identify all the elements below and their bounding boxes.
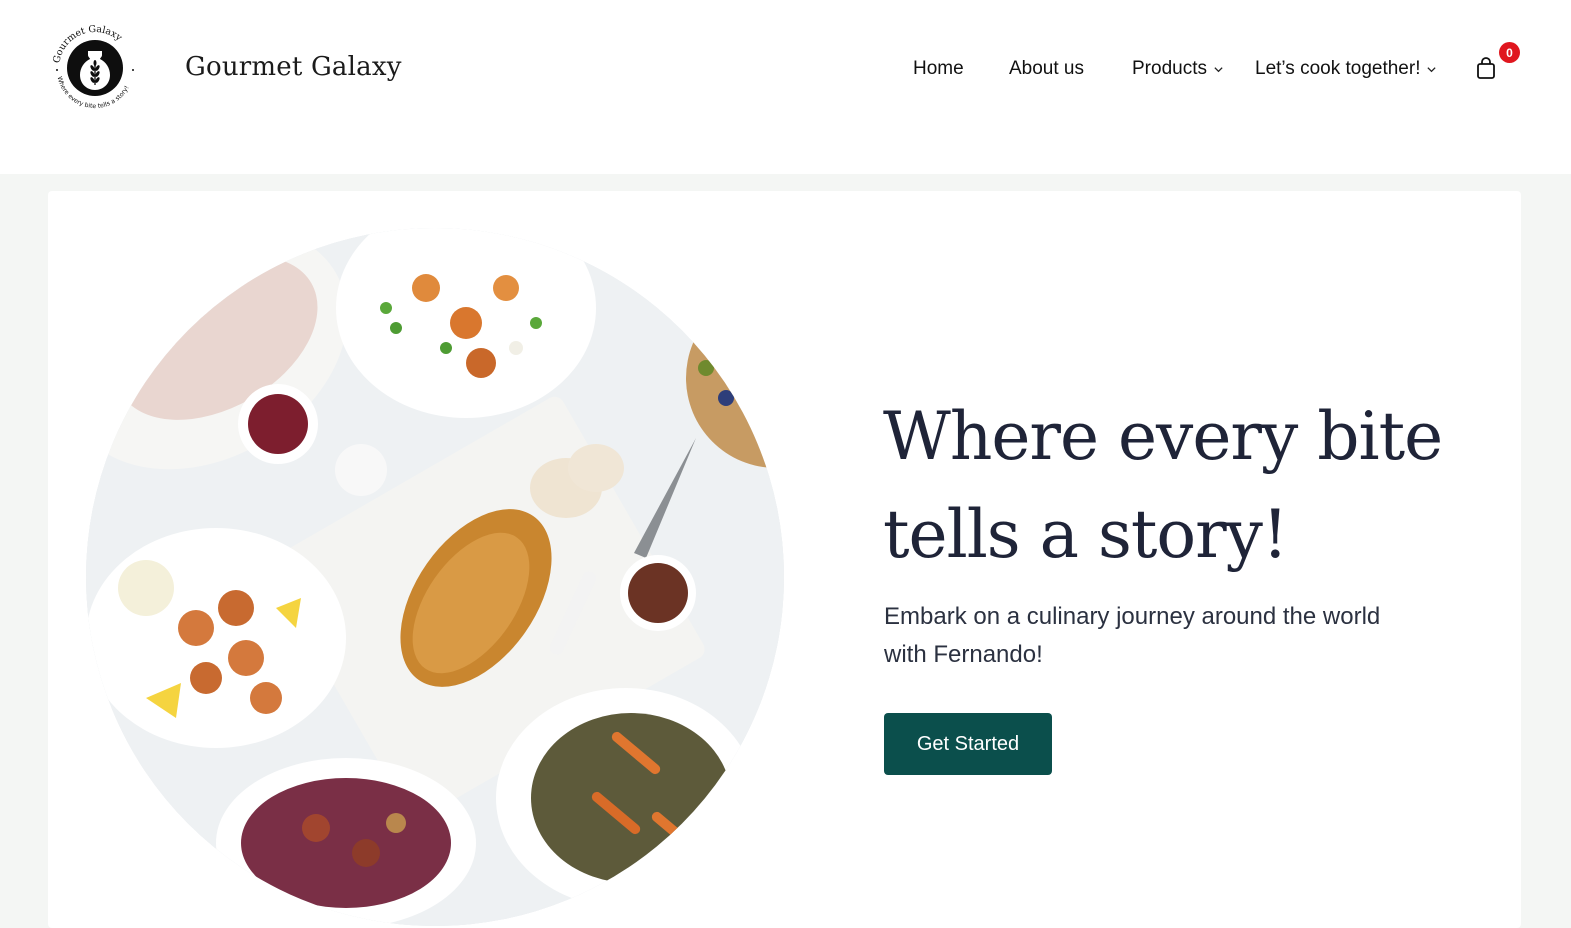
nav-products[interactable]: Products bbox=[1132, 58, 1224, 80]
nav-home-label: Home bbox=[913, 58, 964, 79]
nav-about[interactable]: About us bbox=[1009, 58, 1084, 80]
hero-food-image bbox=[86, 228, 784, 926]
hero-subtitle: Embark on a culinary journey around the … bbox=[884, 603, 1381, 668]
hero-title-line-2: tells a story! bbox=[883, 496, 1288, 573]
brand-name[interactable]: Gourmet Galaxy bbox=[185, 52, 402, 82]
shopping-bag-icon bbox=[1477, 57, 1495, 79]
brand-logo[interactable]: Gourmet Galaxy Where every bite tells a … bbox=[45, 18, 145, 118]
nav-about-label: About us bbox=[1009, 58, 1084, 79]
vase-wheat-icon: Gourmet Galaxy Where every bite tells a … bbox=[51, 24, 134, 110]
hero-title: Where every bite tells a story! bbox=[883, 388, 1443, 584]
nav-cook-together[interactable]: Let’s cook together! bbox=[1255, 58, 1437, 80]
hero-title-line-1: Where every bite bbox=[883, 398, 1443, 475]
cart-count-badge: 0 bbox=[1499, 42, 1520, 63]
food-spread-photo bbox=[86, 228, 784, 926]
nav-home[interactable]: Home bbox=[913, 58, 964, 80]
chevron-down-icon bbox=[1426, 64, 1437, 75]
get-started-button[interactable]: Get Started bbox=[884, 713, 1052, 775]
cart-button[interactable] bbox=[1475, 56, 1499, 82]
site-header: Gourmet Galaxy Where every bite tells a … bbox=[0, 0, 1571, 174]
nav-products-label: Products bbox=[1132, 58, 1207, 79]
chevron-down-icon bbox=[1213, 64, 1224, 75]
nav-cook-together-label: Let’s cook together! bbox=[1255, 58, 1421, 79]
